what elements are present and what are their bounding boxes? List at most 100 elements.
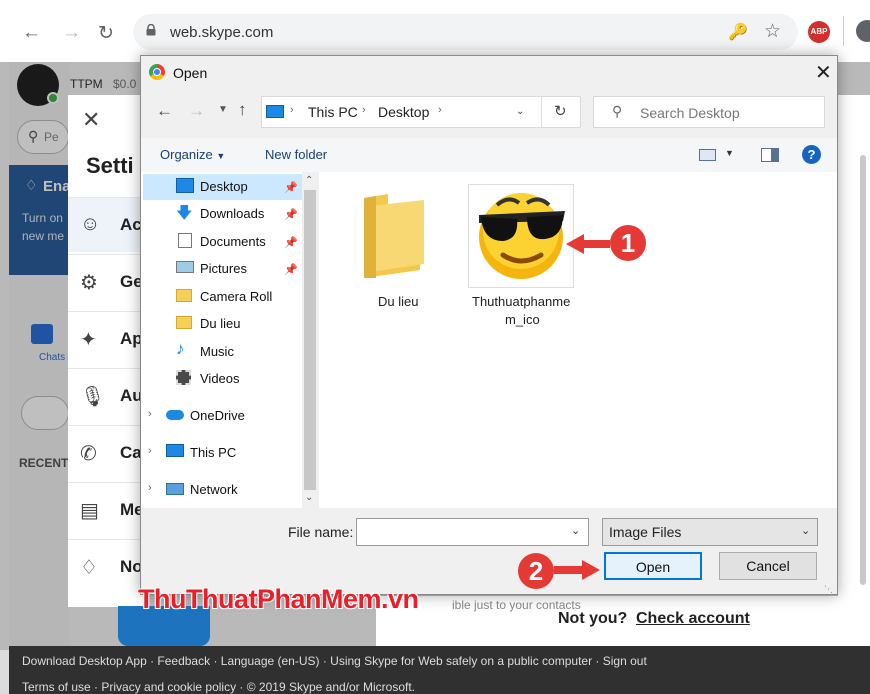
file-item-label-line2: m_ico [505,312,540,327]
pin-icon[interactable]: 📌 [284,181,298,194]
person-icon: ☺ [80,213,101,235]
computer-icon [166,444,184,457]
chevron-down-icon[interactable]: ⌄ [571,524,580,537]
message-icon: ▤ [80,500,99,522]
pin-icon[interactable]: 📌 [284,208,298,221]
up-arrow-icon[interactable]: ↑ [238,100,247,120]
chevron-down-icon[interactable]: ▼ [725,148,734,158]
tree-item-documents[interactable]: Documents [176,229,296,255]
breadcrumb-this-pc[interactable]: This PC [308,104,358,120]
settings-item-notifications[interactable]: ♢ No [68,539,148,594]
back-arrow-icon[interactable]: ← [22,22,41,44]
open-button[interactable]: Open [604,552,702,580]
tree-item-label: Du lieu [200,316,241,331]
phone-icon: ✆ [80,443,97,465]
page-footer: Download Desktop App · Feedback · Langua… [9,646,870,694]
tree-item-label: OneDrive [190,408,245,423]
file-type-select[interactable]: Image Files ⌄ [602,518,818,546]
scroll-up-icon[interactable]: ⌃ [305,175,313,186]
file-item-du-lieu[interactable] [362,192,436,284]
settings-item-messaging[interactable]: ▤ Me [68,482,148,537]
settings-item-account[interactable]: ☺ Ac [68,197,148,252]
settings-content-edge [838,95,870,607]
tree-item-network[interactable]: Network [166,477,286,503]
file-name-input[interactable]: ⌄ [356,518,589,546]
tree-scrollbar-thumb[interactable] [304,190,316,490]
chevron-right-icon: › [362,104,366,116]
not-you-text: Not you? [558,610,628,627]
breadcrumb[interactable]: › This PC › Desktop › ⌄ ↻ [261,96,581,128]
chevron-right-icon: › [290,104,294,116]
settings-item-appearance[interactable]: ✦ Ap [68,311,148,366]
view-options-icon[interactable] [699,149,716,161]
footer-links-line2[interactable]: Terms of use · Privacy and cookie policy… [22,680,415,694]
adblock-icon[interactable]: ABP [808,21,830,43]
expand-chevron-icon[interactable]: › [148,408,152,420]
tree-item-onedrive[interactable]: OneDrive [166,403,286,429]
tree-item-label: Camera Roll [200,289,273,304]
address-dropdown-icon[interactable]: ⌄ [516,106,524,117]
tree-item-this-pc[interactable]: This PC [166,440,286,466]
chevron-down-icon: ⌄ [801,525,811,537]
search-input[interactable]: ⚲ Search Desktop [593,96,825,128]
divider [541,97,542,127]
watermark-logo: ThuThuatPhanMem.vn [138,584,419,615]
tree-item-pictures[interactable]: Pictures [176,256,296,282]
resize-grip-icon[interactable]: ⋱ [824,584,833,595]
recent-locations-chevron-icon[interactable]: ▼ [218,104,228,115]
tree-item-downloads[interactable]: 🡇 Downloads [176,201,296,227]
expand-chevron-icon[interactable]: › [148,445,152,457]
forward-arrow-icon[interactable]: → [188,101,205,121]
file-type-value: Image Files [609,524,682,540]
new-folder-button[interactable]: New folder [265,147,327,162]
url-text: web.skype.com [170,24,274,41]
tree-item-label: Desktop [200,179,248,194]
toolbar-divider [843,16,844,46]
breadcrumb-desktop[interactable]: Desktop [378,104,429,120]
key-icon[interactable]: 🔑 [728,22,748,42]
watermark-text: ThuThuatPhanMem.vn [138,584,419,614]
back-arrow-icon[interactable]: ← [156,101,173,121]
gear-icon: ⚙ [80,272,98,294]
tree-item-desktop[interactable]: Desktop [176,174,296,200]
tree-item-music[interactable]: ♪ Music [176,339,296,365]
file-item-label: Du lieu [378,294,419,309]
annotation-arrow-icon [554,560,600,580]
dialog-close-icon[interactable]: ✕ [815,60,832,85]
pin-icon[interactable]: 📌 [284,236,298,249]
chevron-down-icon: ▼ [216,151,226,161]
settings-item-general[interactable]: ⚙ Ge [68,254,148,309]
profile-avatar-icon[interactable] [856,20,870,42]
folder-icon [176,289,192,302]
pin-icon[interactable]: 📌 [284,263,298,276]
music-icon: ♪ [176,339,185,358]
refresh-icon[interactable]: ↻ [554,102,567,120]
search-placeholder: Search Desktop [640,105,740,121]
scroll-down-icon[interactable]: ⌄ [305,492,313,503]
tree-item-du-lieu[interactable]: Du lieu [176,311,296,337]
settings-item-audio[interactable]: 🎙 Au [68,368,148,423]
forward-arrow-icon[interactable]: → [62,22,81,44]
settings-item-label: Ac [120,215,142,234]
settings-item-calling[interactable]: ✆ Ca [68,425,148,480]
footer-links-line1[interactable]: Download Desktop App · Feedback · Langua… [22,654,647,668]
tree-item-label: Downloads [200,206,265,221]
network-icon [166,483,184,495]
settings-scrollbar[interactable] [860,155,866,585]
preview-pane-icon[interactable] [761,148,779,162]
cancel-button[interactable]: Cancel [719,552,817,580]
organize-button[interactable]: Organize ▼ [160,147,225,162]
sunglasses-emoji-icon [479,193,565,279]
computer-icon [266,105,284,118]
close-icon[interactable]: ✕ [82,107,100,133]
expand-chevron-icon[interactable]: › [148,482,152,494]
file-item-thuthuatphanmem-ico[interactable] [468,184,574,288]
pictures-icon [176,261,194,273]
check-account-link[interactable]: Check account [636,610,750,628]
help-icon[interactable]: ? [802,145,821,164]
settings-item-label: Ca [120,443,142,462]
tree-item-videos[interactable]: Videos [176,366,296,392]
star-icon[interactable]: ☆ [764,20,781,43]
tree-item-camera-roll[interactable]: Camera Roll [176,284,296,310]
reload-icon[interactable]: ↻ [98,22,114,45]
